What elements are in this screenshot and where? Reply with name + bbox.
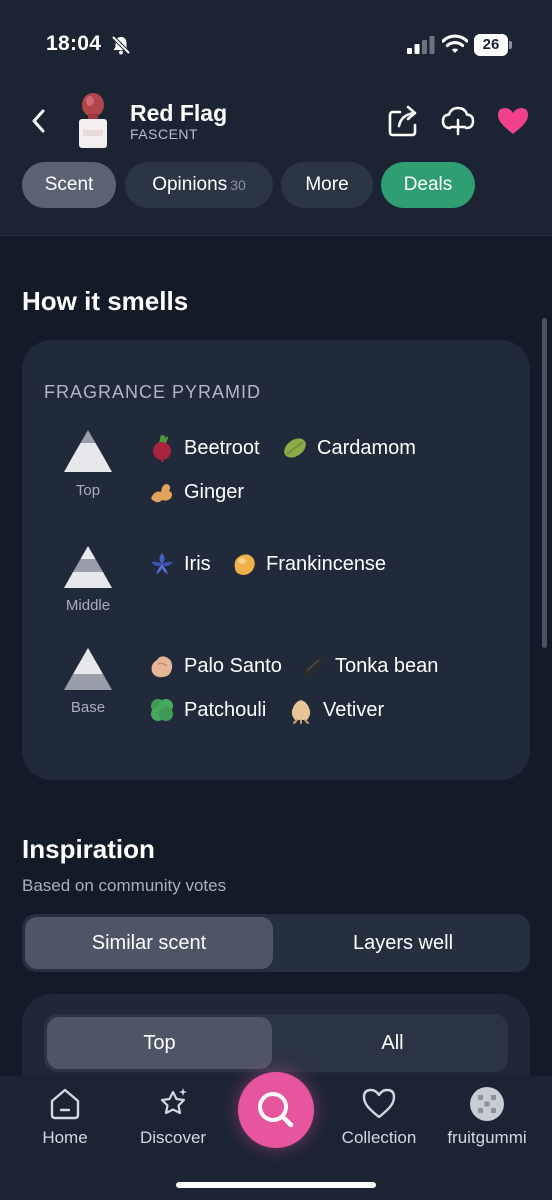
favorite-heart-icon[interactable] — [496, 106, 530, 136]
nav-home-label: Home — [42, 1128, 88, 1147]
inspiration-toggle: Similar scent Layers well — [22, 914, 530, 972]
note-tonka-bean-label: Tonka bean — [335, 655, 439, 677]
nav-discover[interactable]: Discover — [118, 1086, 228, 1148]
note-iris-label: Iris — [184, 553, 211, 575]
perfume-bottle-image — [79, 93, 107, 148]
tab-opinions-label: Opinions — [152, 174, 228, 195]
search-button[interactable] — [238, 1072, 314, 1148]
product-brand[interactable]: FASCENT — [130, 126, 198, 142]
pyramid-top-icon — [64, 430, 112, 472]
discover-icon — [160, 1088, 187, 1115]
beetroot-icon — [153, 434, 171, 462]
note-patchouli-label: Patchouli — [184, 699, 267, 721]
note-ginger-label: Ginger — [184, 481, 245, 503]
battery-indicator: 26 — [474, 34, 512, 56]
pyramid-top-label: Top — [75, 482, 101, 499]
toggle-similar-scent[interactable]: Similar scent — [25, 917, 273, 969]
note-vetiver-label: Vetiver — [323, 699, 385, 721]
tab-more[interactable]: More — [281, 162, 373, 208]
tab-deals-label: Deals — [403, 174, 453, 195]
toggle-layers-well[interactable]: Layers well — [279, 917, 527, 969]
filter-top[interactable]: Top — [47, 1017, 272, 1069]
tab-deals[interactable]: Deals — [381, 162, 475, 208]
top-header: 18:04 26 Red Flag FASCENT Scent Opinions… — [0, 0, 552, 236]
fragrance-pyramid-heading: FRAGRANCE PYRAMID — [44, 382, 262, 402]
nav-collection-label: Collection — [341, 1128, 417, 1147]
avatar — [470, 1087, 504, 1121]
tonka-bean-icon — [303, 657, 324, 676]
inspiration-subtitle: Based on community votes — [22, 876, 227, 895]
pyramid-base-label: Base — [70, 699, 106, 716]
nav-discover-label: Discover — [139, 1128, 207, 1147]
nav-profile[interactable]: fruitgummi — [432, 1086, 542, 1148]
ginger-icon — [151, 484, 173, 503]
note-cardamom-label: Cardamom — [317, 437, 416, 459]
frankincense-icon — [234, 554, 255, 575]
nav-home[interactable]: Home — [10, 1086, 120, 1148]
tab-more-label: More — [305, 174, 349, 195]
fragrance-pyramid-card: FRAGRANCE PYRAMID Top Beetroot Cardamom — [22, 340, 530, 780]
home-indicator — [176, 1182, 376, 1188]
status-time: 18:04 — [46, 32, 102, 55]
iris-icon — [151, 553, 173, 574]
wifi-icon — [442, 34, 468, 53]
note-beetroot-label: Beetroot — [184, 437, 260, 459]
palo-santo-icon — [151, 656, 173, 678]
cellular-signal-icon — [407, 36, 435, 54]
tab-scent-label: Scent — [44, 174, 94, 195]
tab-opinions-count: 30 — [230, 177, 246, 193]
pyramid-middle-label: Middle — [65, 597, 111, 614]
tab-opinions[interactable]: Opinions 30 — [125, 162, 273, 208]
battery-nub — [509, 41, 512, 49]
cloud-add-icon[interactable] — [440, 104, 476, 138]
note-frankincense-label: Frankincense — [266, 553, 387, 575]
how-it-smells-title: How it smells — [22, 286, 189, 316]
pyramid-middle-icon — [64, 546, 112, 588]
vetiver-icon — [291, 700, 311, 724]
home-icon — [50, 1088, 80, 1120]
inspiration-filter: Top All — [44, 1014, 508, 1072]
note-palo-santo-label: Palo Santo — [184, 655, 282, 677]
status-bar: 18:04 26 — [0, 0, 552, 90]
filter-all[interactable]: All — [280, 1017, 505, 1069]
share-icon[interactable] — [386, 103, 420, 139]
pyramid-base-icon — [64, 648, 112, 690]
search-icon — [258, 1092, 294, 1128]
patchouli-icon — [151, 699, 173, 721]
cardamom-icon — [284, 438, 306, 458]
back-chevron-icon[interactable] — [26, 106, 52, 136]
scrollbar[interactable] — [542, 318, 547, 648]
battery-level: 26 — [474, 34, 508, 56]
nav-profile-label: fruitgummi — [447, 1128, 527, 1147]
heart-outline-icon — [362, 1088, 396, 1119]
inspiration-title: Inspiration — [22, 834, 155, 864]
bell-off-icon — [111, 35, 131, 55]
product-name: Red Flag — [130, 100, 228, 126]
nav-collection[interactable]: Collection — [324, 1086, 434, 1148]
tab-scent[interactable]: Scent — [22, 162, 116, 208]
